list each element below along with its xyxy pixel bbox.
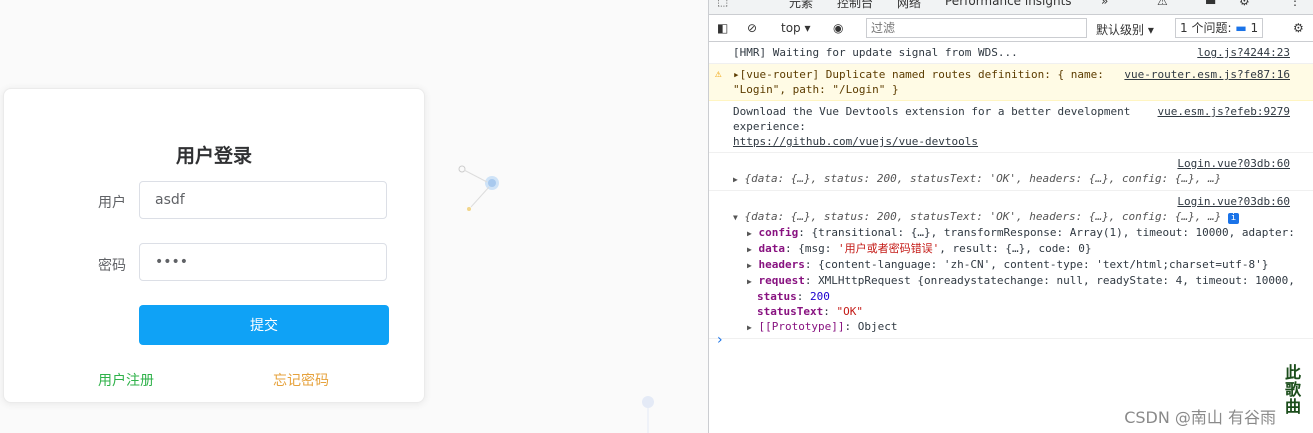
user-label: 用户 (98, 195, 126, 211)
console-message: Download the Vue Devtools extension for … (709, 101, 1313, 153)
more-tabs-icon[interactable]: » (1101, 0, 1108, 8)
issues-button[interactable]: 1 个问题: ▬ 1 (1175, 18, 1264, 38)
log-level-select[interactable]: 默认级别 ▾ (1096, 21, 1154, 38)
login-title: 用户登录 (175, 145, 252, 167)
decoration-dot (642, 396, 654, 433)
csdn-watermark: CSDN @南山 有谷雨 (1124, 408, 1276, 427)
devtools-link[interactable]: https://github.com/vuejs/vue-devtools (733, 135, 978, 148)
property-config[interactable]: ▶ config: {transitional: {…}, transformR… (733, 225, 1313, 241)
source-link[interactable]: vue-router.esm.js?fe87:16 (1124, 67, 1290, 82)
property-prototype[interactable]: ▶ [[Prototype]]: Object (733, 319, 1313, 335)
property-request[interactable]: ▶ request: XMLHttpRequest {onreadystatec… (733, 273, 1313, 289)
decoration-node-graph (458, 165, 499, 211)
console-prompt-icon[interactable]: › (717, 332, 723, 348)
devtools-panel: ⬚ 元素 控制台 网络 Performance insights » ⚠1 ▬1… (708, 0, 1313, 433)
message-text: [HMR] Waiting for update signal from WDS… (733, 46, 1018, 59)
console-object-expanded[interactable]: Login.vue?03db:60 ▼ {data: {…}, status: … (709, 191, 1313, 339)
warning-count-badge[interactable]: ⚠1 (1157, 0, 1175, 8)
tab-console[interactable]: 控制台 (837, 0, 873, 11)
message-text: Download the Vue Devtools extension for … (733, 105, 1131, 133)
password-input[interactable] (139, 243, 387, 281)
source-link[interactable]: vue.esm.js?efeb:9279 (1158, 104, 1290, 119)
warning-icon: ⚠ (715, 67, 722, 80)
console-warning: ⚠ ▸[vue-router] Duplicate named routes d… (709, 64, 1313, 101)
submit-button[interactable]: 提交 (139, 305, 389, 345)
source-link[interactable]: Login.vue?03db:60 (1177, 194, 1290, 209)
filter-input[interactable] (866, 18, 1087, 38)
issue-count-badge[interactable]: ▬1 (1205, 0, 1224, 8)
password-label: 密码 (98, 258, 126, 274)
info-icon[interactable]: i (1227, 213, 1239, 224)
console-message: [HMR] Waiting for update signal from WDS… (709, 42, 1313, 64)
console-toolbar: ◧ ⊘ top ▾ ◉ 默认级别 ▾ 1 个问题: ▬ 1 ⚙ (709, 15, 1313, 42)
property-data[interactable]: ▶ data: {msg: '用户或者密码错误', result: {…}, c… (733, 241, 1313, 257)
eye-icon[interactable]: ◉ (833, 21, 843, 35)
register-link[interactable]: 用户注册 (98, 370, 154, 390)
property-statustext: statusText: "OK" (757, 305, 863, 318)
login-page: 用户登录 用户 密码 提交 用户注册 忘记密码 (0, 0, 708, 433)
tab-network[interactable]: 网络 (897, 0, 921, 11)
login-card: 用户登录 用户 密码 提交 用户注册 忘记密码 (3, 88, 425, 403)
context-select[interactable]: top ▾ (781, 21, 811, 35)
property-headers[interactable]: ▶ headers: {content-language: 'zh-CN', c… (733, 257, 1313, 273)
user-input[interactable] (139, 181, 387, 219)
source-link[interactable]: log.js?4244:23 (1197, 45, 1290, 60)
tab-performance-insights[interactable]: Performance insights (945, 0, 1072, 8)
tab-elements[interactable]: 元素 (789, 0, 813, 11)
source-link[interactable]: Login.vue?03db:60 (1177, 156, 1290, 171)
expand-triangle-icon[interactable]: ▶ (733, 175, 738, 184)
object-summary: {data: {…}, status: 200, statusText: 'OK… (744, 172, 1222, 185)
collapse-triangle-icon[interactable]: ▼ (733, 213, 738, 222)
forgot-password-link[interactable]: 忘记密码 (273, 370, 329, 390)
console-log: [HMR] Waiting for update signal from WDS… (709, 42, 1313, 339)
object-summary: {data: {…}, status: 200, statusText: 'OK… (744, 210, 1222, 223)
console-settings-icon[interactable]: ⚙ (1293, 21, 1304, 35)
clear-console-icon[interactable]: ⊘ (747, 21, 757, 35)
seal-stamp: 此歌曲 (1281, 364, 1305, 430)
inspect-icon[interactable]: ⬚ (717, 0, 728, 8)
message-text[interactable]: ▸[vue-router] Duplicate named routes def… (733, 68, 1104, 96)
console-object-collapsed[interactable]: Login.vue?03db:60 ▶ {data: {…}, status: … (709, 153, 1313, 191)
settings-icon[interactable]: ⚙ (1239, 0, 1250, 8)
sidebar-toggle-icon[interactable]: ◧ (717, 21, 728, 35)
property-status: status: 200 (757, 290, 830, 303)
devtools-tab-bar: ⬚ 元素 控制台 网络 Performance insights » ⚠1 ▬1… (709, 0, 1313, 15)
more-options-icon[interactable]: ⋮ (1289, 0, 1301, 8)
